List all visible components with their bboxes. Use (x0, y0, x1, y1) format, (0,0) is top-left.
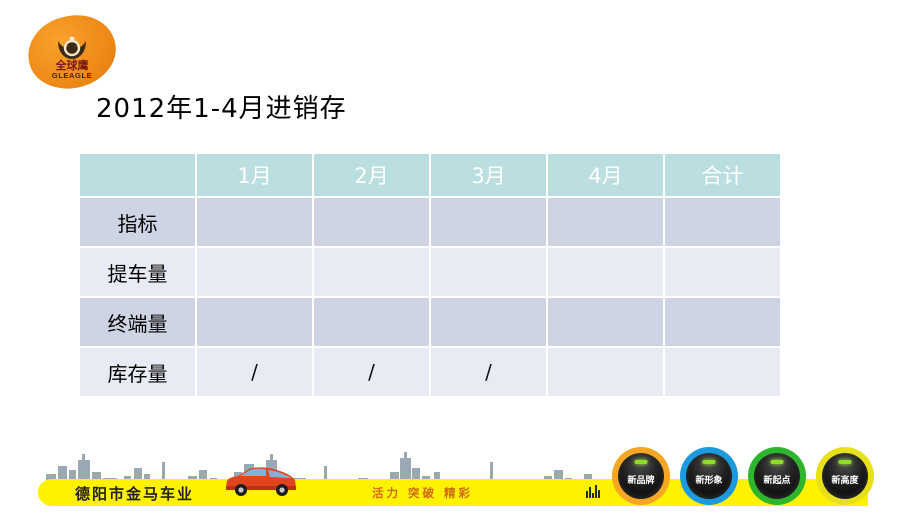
badge-inner: 新品牌 (618, 453, 664, 499)
table-row: 终端量 (80, 298, 780, 346)
equalizer-icon (586, 485, 600, 498)
table-header-cell-jan: 1月 (197, 154, 312, 196)
table-header-row: 1月 2月 3月 4月 合计 (80, 154, 780, 196)
red-car-icon (226, 467, 296, 496)
logo-en-text: GLEAGLE (51, 71, 93, 80)
cell-pickup-mar[interactable] (431, 248, 546, 296)
cell-pickup-jan[interactable] (197, 248, 312, 296)
cell-stock-apr[interactable] (548, 348, 663, 396)
page-title: 2012年1-4月进销存 (96, 94, 347, 124)
inventory-table-container: 1月 2月 3月 4月 合计 指标 提车量 终端量 库存量 / / / (78, 152, 780, 398)
badge-label: 新起点 (763, 476, 791, 486)
badge-label: 新高度 (831, 476, 859, 486)
row-label-target: 指标 (80, 198, 195, 246)
table-header-cell-0 (80, 154, 195, 196)
slogan-label: 活力 突破 精彩 (372, 486, 474, 500)
table-row: 库存量 / / / (80, 348, 780, 396)
cell-target-mar[interactable] (431, 198, 546, 246)
shop-name-label: 德阳市金马车业 (75, 485, 195, 503)
cell-retail-feb[interactable] (314, 298, 429, 346)
cell-pickup-total[interactable] (665, 248, 780, 296)
badge-new-start[interactable]: 新起点 (748, 447, 806, 505)
row-label-pickup: 提车量 (80, 248, 195, 296)
table-header-cell-apr: 4月 (548, 154, 663, 196)
cell-stock-mar[interactable]: / (431, 348, 546, 396)
cell-stock-feb[interactable]: / (314, 348, 429, 396)
table-header-cell-feb: 2月 (314, 154, 429, 196)
cell-stock-jan[interactable]: / (197, 348, 312, 396)
row-label-stock: 库存量 (80, 348, 195, 396)
cell-retail-apr[interactable] (548, 298, 663, 346)
cell-target-feb[interactable] (314, 198, 429, 246)
badge-new-height[interactable]: 新高度 (816, 447, 874, 505)
badge-new-image[interactable]: 新形象 (680, 447, 738, 505)
badge-label: 新形象 (695, 476, 723, 486)
row-label-retail: 终端量 (80, 298, 195, 346)
badge-inner: 新形象 (686, 453, 732, 499)
badge-new-brand[interactable]: 新品牌 (612, 447, 670, 505)
led-indicator-icon (634, 460, 648, 464)
cell-retail-jan[interactable] (197, 298, 312, 346)
gleagle-logo: 全球鹰 GLEAGLE (21, 7, 123, 97)
led-indicator-icon (838, 460, 852, 464)
cell-retail-total[interactable] (665, 298, 780, 346)
cell-retail-mar[interactable] (431, 298, 546, 346)
table-header-cell-mar: 3月 (431, 154, 546, 196)
badge-inner: 新高度 (822, 453, 868, 499)
inventory-table: 1月 2月 3月 4月 合计 指标 提车量 终端量 库存量 / / / (78, 152, 782, 398)
cell-stock-total[interactable] (665, 348, 780, 396)
badge-inner: 新起点 (754, 453, 800, 499)
cell-target-apr[interactable] (548, 198, 663, 246)
badge-label: 新品牌 (627, 476, 655, 486)
cell-pickup-apr[interactable] (548, 248, 663, 296)
table-row: 提车量 (80, 248, 780, 296)
led-indicator-icon (770, 460, 784, 464)
cell-target-jan[interactable] (197, 198, 312, 246)
cell-pickup-feb[interactable] (314, 248, 429, 296)
table-row: 指标 (80, 198, 780, 246)
led-indicator-icon (702, 460, 716, 464)
table-header-cell-total: 合计 (665, 154, 780, 196)
cell-target-total[interactable] (665, 198, 780, 246)
